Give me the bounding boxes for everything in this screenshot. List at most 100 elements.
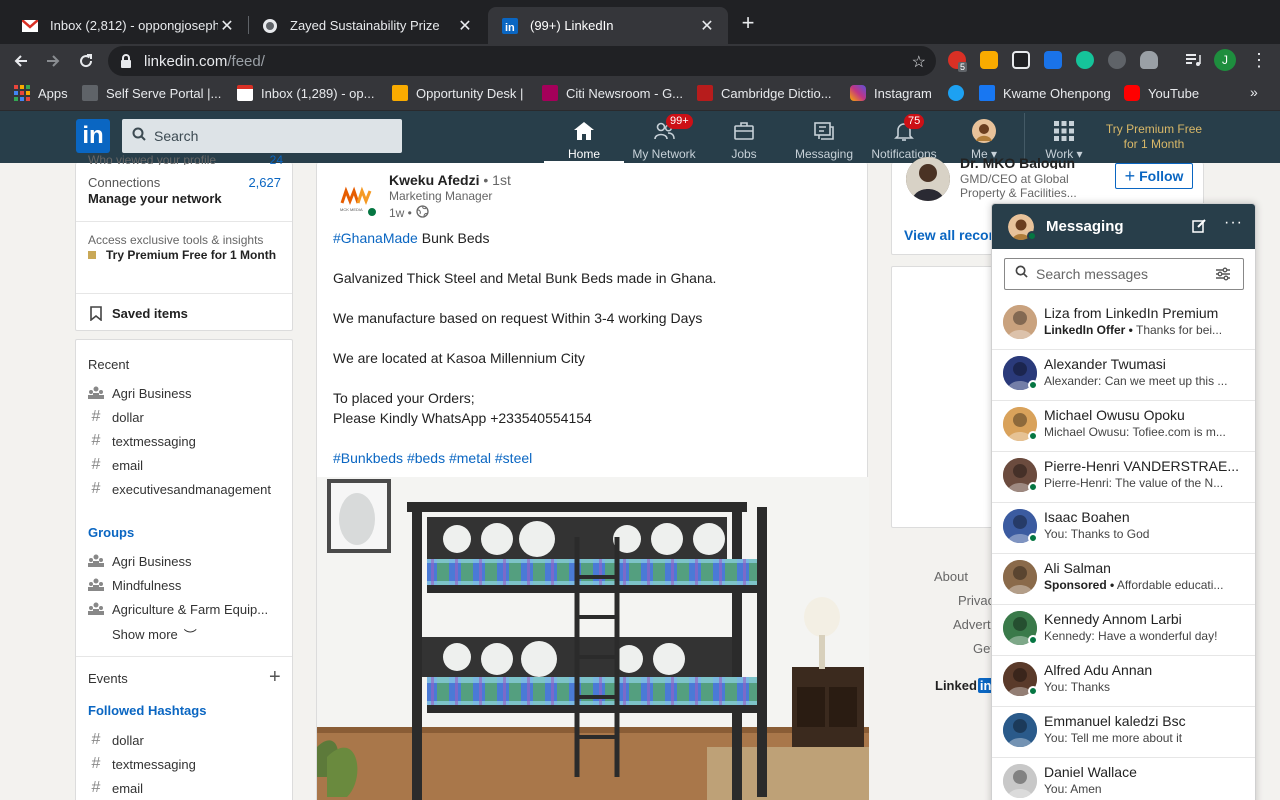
extension-notes-icon[interactable] [980,51,998,69]
extension-screen-icon[interactable] [1012,51,1030,69]
media-control-icon[interactable] [1184,51,1202,69]
compose-icon[interactable] [1192,218,1207,238]
browser-tab-zayed[interactable]: Zayed Sustainability Prize ✕ [248,7,486,44]
conversation-item[interactable]: Isaac Boahen You: Thanks to God [992,503,1255,554]
recent-item[interactable]: # textmessaging [88,432,196,449]
bookmark-youtube[interactable]: YouTube [1124,85,1199,101]
conversation-item[interactable]: Kennedy Annom Larbi Kennedy: Have a wonde… [992,605,1255,656]
close-tab-icon[interactable]: ✕ [456,16,474,36]
post-author-row[interactable]: Kweku Afedzi • 1st [389,172,511,188]
recent-label: dollar [112,409,144,425]
bookmark-cambridge[interactable]: Cambridge Dictio... [697,85,832,101]
more-options-icon[interactable]: ··· [1224,214,1243,232]
group-icon [88,577,104,593]
bookmark-apps[interactable]: Apps [14,85,68,101]
linkedin-logo[interactable]: in [76,119,110,153]
suggestion-name[interactable]: Dr. MKO Balogun [960,155,1075,169]
premium-cta[interactable]: Try Premium Free for 1 Month [88,248,278,263]
address-bar[interactable]: linkedin.com/feed/ ☆ [108,46,936,76]
bookmark-twitter[interactable] [948,85,972,101]
conversation-item[interactable]: Alexander Twumasi Alexander: Can we meet … [992,350,1255,401]
bookmark-inbox[interactable]: Inbox (1,289) - op... [237,85,374,101]
hashtag-label: dollar [112,732,144,748]
search-input[interactable] [154,128,384,144]
browser-menu-icon[interactable]: ⋮ [1250,50,1268,70]
followed-hashtag-item[interactable]: # textmessaging [88,755,196,772]
post-hashtags[interactable]: #Bunkbeds #beds #metal #steel [333,448,532,468]
add-event-icon[interactable]: + [269,667,281,687]
conversation-item[interactable]: Ali Salman Sponsored • Affordable educati… [992,554,1255,605]
group-item[interactable]: Mindfulness [88,577,181,593]
bookmark-instagram[interactable]: Instagram [850,85,932,101]
home-icon [572,119,596,143]
reload-icon[interactable] [73,48,99,74]
followed-hashtag-item[interactable]: # email [88,779,144,796]
browser-profile-avatar[interactable]: J [1214,49,1236,71]
conversation-name: Kennedy Annom Larbi [1044,611,1182,627]
followed-hashtags-heading[interactable]: Followed Hashtags [88,703,206,718]
conversation-item[interactable]: Daniel Wallace You: Amen [992,758,1255,800]
new-tab-button[interactable]: + [737,12,759,34]
conversation-item[interactable]: Liza from LinkedIn Premium LinkedIn Offer… [992,299,1255,350]
group-item[interactable]: Agriculture & Farm Equip... [88,601,268,617]
browser-tab-linkedin[interactable]: in (99+) LinkedIn ✕ [488,7,728,44]
messaging-header[interactable]: Messaging ··· [992,204,1255,249]
browser-tab-gmail[interactable]: Inbox (2,812) - oppongjoseph9 ✕ [8,7,248,44]
follow-button[interactable]: + Follow [1115,163,1193,189]
recent-item[interactable]: # email [88,456,144,473]
back-icon[interactable] [8,48,34,74]
nav-messaging[interactable]: Messaging [784,119,864,161]
conversation-item[interactable]: Alfred Adu Annan You: Thanks [992,656,1255,707]
close-tab-icon[interactable]: ✕ [218,16,236,36]
footer-about-link[interactable]: About [934,569,968,584]
online-status-dot [1028,533,1038,543]
extension-a-icon[interactable] [1108,51,1126,69]
nav-jobs[interactable]: Jobs [704,119,784,161]
show-more-button[interactable]: Show more ︶ [112,625,197,644]
conversation-item[interactable]: Emmanuel kaledzi Bsc You: Tell me more ab… [992,707,1255,758]
conversation-preview: LinkedIn Offer • Thanks for bei... [1044,323,1249,337]
recent-item[interactable]: # executivesandmanagement [88,480,271,497]
nav-my-network[interactable]: 99+ My Network [624,114,704,161]
hashtag-link[interactable]: #GhanaMade [333,230,418,246]
extension-cloud-icon[interactable] [1140,51,1158,69]
nav-notifications[interactable]: 75 Notifications [864,114,944,161]
post-image-bunk-bed[interactable] [317,477,869,800]
conversation-tag: Sponsored • [1044,578,1115,592]
bookmark-self-serve[interactable]: Self Serve Portal |... [82,85,221,101]
groups-heading[interactable]: Groups [88,525,134,540]
connection-degree: • 1st [483,172,511,188]
close-tab-icon[interactable]: ✕ [698,16,716,36]
saved-items-link[interactable]: Saved items [88,305,188,321]
conversation-item[interactable]: Pierre-Henri VANDERSTRAE... Pierre-Henri:… [992,452,1255,503]
bookmark-label: Opportunity Desk | [416,85,524,101]
recent-item[interactable]: Agri Business [88,385,191,401]
conversation-preview: You: Amen [1044,782,1249,796]
messaging-search[interactable] [1004,258,1244,290]
bookmark-icon [88,305,104,321]
followed-hashtag-item[interactable]: # dollar [88,731,144,748]
suggestion-avatar[interactable] [906,157,950,201]
forward-icon[interactable] [40,48,66,74]
filter-icon[interactable] [1215,267,1231,286]
bookmark-facebook[interactable]: Kwame Ohenpong [979,85,1111,101]
connections-row[interactable]: Connections 2,627 Manage your network [88,175,281,206]
try-premium-link[interactable]: Try Premium Free for 1 Month [1098,122,1210,152]
conversation-preview: Sponsored • Affordable educati... [1044,578,1249,592]
recent-item[interactable]: # dollar [88,408,144,425]
conversation-item[interactable]: Michael Owusu Opoku Michael Owusu: Tofiee… [992,401,1255,452]
group-item[interactable]: Agri Business [88,553,191,569]
global-search[interactable] [122,119,402,153]
grammarly-icon[interactable] [1076,51,1094,69]
group-icon [88,553,104,569]
profile-viewers-row[interactable]: Who viewed your profile 24 [88,155,283,165]
search-messages-input[interactable] [1036,266,1216,282]
extension-iq-icon[interactable] [1044,51,1062,69]
bookmarks-overflow-icon[interactable]: » [1250,84,1258,100]
bookmark-opportunity-desk[interactable]: Opportunity Desk | [392,85,523,101]
nav-home[interactable]: Home [544,119,624,163]
company-logo[interactable]: MCK MEDIA [337,179,378,218]
bookmark-star-icon[interactable]: ☆ [912,52,926,72]
bookmark-citi-newsroom[interactable]: Citi Newsroom - G... [542,85,683,101]
communities-card: Recent Agri Business # dollar # textmess… [75,339,293,800]
